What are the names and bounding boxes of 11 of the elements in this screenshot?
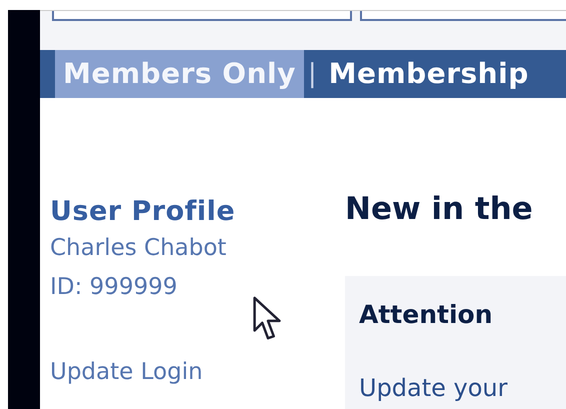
input-field[interactable] [52, 11, 352, 21]
separator: | [306, 58, 318, 90]
notice-text: Update your [359, 374, 508, 402]
nav-tab[interactable]: Membership [320, 50, 537, 98]
profile-text: Charles Chabot [50, 235, 226, 262]
sidebar-title: User Profile [50, 196, 236, 227]
nav-tab[interactable]: Members Only [55, 50, 304, 98]
page-heading: New in the [345, 191, 533, 227]
update-link[interactable]: Update Login [50, 355, 203, 390]
profile-text: ID: 999999 [50, 274, 178, 300]
notice-title: Attention [359, 300, 492, 329]
